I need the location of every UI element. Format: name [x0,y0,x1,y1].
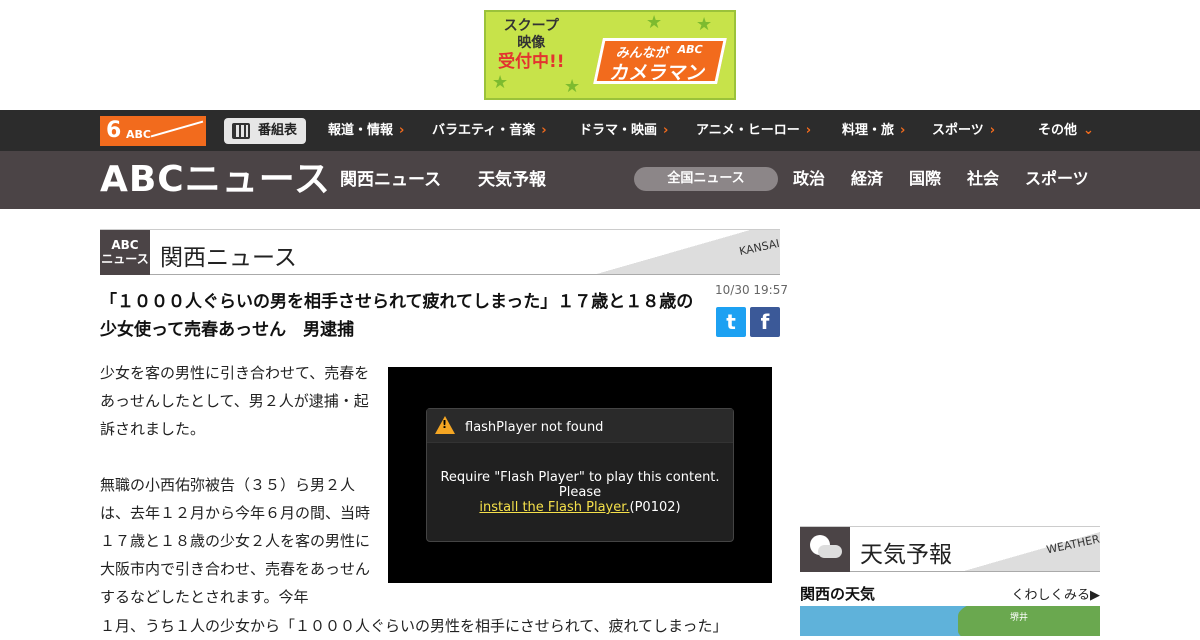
nav-item-variety[interactable]: バラエティ・音楽 › [432,110,547,151]
weather-en-label: WEATHER [1045,532,1101,557]
cloud-icon [818,545,842,558]
banner-text: スクープ 映像 受付中!! [498,18,565,72]
nav-politics[interactable]: 政治 [793,151,825,207]
section-header: ABC ニュース 関西ニュース KANSAI [100,229,781,275]
chevron-right-icon: › [399,123,405,138]
facebook-icon: f [760,310,770,334]
section-title: 関西ニュース [160,245,297,271]
logo-main: カメラマン [608,62,708,84]
chevron-right-icon: › [541,123,547,138]
weather-logo [800,527,850,572]
nav-kansai-news[interactable]: 関西ニュース [340,151,441,209]
nav-item-anime[interactable]: アニメ・ヒーロー › [696,110,811,151]
dialog-title: flashPlayer not found [465,420,604,435]
banner-line: スクープ [503,18,559,34]
chevron-right-icon: › [989,123,996,138]
top-nav: 6 ABC 番組表 報道・情報 › バラエティ・音楽 › ドラマ・映画 › アニメ・ヒ… [0,110,1200,151]
weather-more-link[interactable]: くわしくみる▶ [1011,584,1100,603]
map-city-label: 堺井 [1010,613,1029,623]
video-player[interactable]: ! flashPlayer not found Require "Flash P… [388,367,772,583]
dialog-message: Please [558,485,602,500]
banner-line: 映像 [517,35,546,51]
star-icon: ★ [696,14,713,35]
nav-label: ドラマ・映画 [579,123,658,138]
nav-weather[interactable]: 天気予報 [478,151,546,209]
twitter-icon: t [726,310,736,334]
nav-label: その他 [1038,123,1078,138]
twitter-share-button[interactable]: t [716,307,746,337]
nav-label: スポーツ [932,123,984,138]
nav-item-news[interactable]: 報道・情報 › [328,110,404,151]
chevron-right-icon: › [663,123,669,138]
nav-international[interactable]: 国際 [909,151,941,207]
nav-national-news[interactable]: 全国ニュース [634,167,778,191]
section-logo: ABC ニュース [100,230,150,275]
abc-logo[interactable]: 6 ABC [100,116,206,146]
article-paragraph: 少女を客の男性に引き合わせて、売春をあっせんしたとして、男２人が逮捕・起訴されま… [100,364,370,438]
news-nav: ABCニュース 関西ニュース 天気予報 全国ニュース 政治 経済 国際 社会 ス… [0,151,1200,209]
weather-title: 天気予報 [860,542,952,568]
chevron-right-icon: › [900,123,906,138]
facebook-share-button[interactable]: f [750,307,780,337]
flash-error-dialog: ! flashPlayer not found Require "Flash P… [426,408,734,542]
logo-abc: ABC [676,43,704,56]
section-logo-line: ニュース [101,252,149,266]
nav-economy[interactable]: 経済 [851,151,883,207]
weather-region: 関西の天気 [800,585,876,603]
camera-logo: みんなが ABC カメラマン [593,38,727,84]
star-icon: ★ [646,12,663,33]
dialog-header: ! flashPlayer not found [427,409,733,443]
logo-text: ABC [126,128,151,141]
nav-label: バラエティ・音楽 [432,123,536,138]
article-date: 10/30 19:57 [715,283,788,297]
schedule-button[interactable]: 番組表 [224,118,306,144]
nav-sports[interactable]: スポーツ [1025,151,1089,207]
nav-society[interactable]: 社会 [967,151,999,207]
nav-item-drama[interactable]: ドラマ・映画 › [579,110,668,151]
warning-icon: ! [435,416,455,434]
star-icon: ★ [564,76,581,97]
chevron-down-icon: ⌄ [1083,123,1094,138]
banner-line: 受付中!! [498,52,565,72]
section-logo-line: ABC [111,238,139,252]
install-flash-link[interactable]: install the Flash Player. [479,500,629,515]
nav-item-sports[interactable]: スポーツ › [932,110,995,151]
article-paragraph: 無職の小西佑弥被告（３５）ら男２人は、去年１２月から今年６月の間、当時１７歳と１… [100,476,371,606]
error-code: (P0102) [629,500,681,515]
nav-label: アニメ・ヒーロー [696,123,800,138]
article-paragraph: １月、うち１人の少女から「１０００人ぐらいの男性を相手にさせられて、疲れてしまっ… [100,617,728,635]
nav-label: 料理・旅 [842,123,895,138]
abc-news-logo[interactable]: ABCニュース [100,159,331,201]
weather-map[interactable]: 堺井 [800,606,1100,636]
article-headline: 「１０００人ぐらいの男を相手させられて疲れてしまった」１７歳と１８歳の少女使って… [100,292,694,340]
star-icon: ★ [492,72,509,93]
chevron-right-icon: › [805,123,812,138]
logo-slash [150,120,204,138]
logo-number: 6 [106,118,122,143]
nav-item-cooking[interactable]: 料理・旅 › [842,110,905,151]
nav-label: 報道・情報 [328,123,394,138]
schedule-label: 番組表 [258,123,298,138]
map-land [958,606,1100,636]
dialog-body: Require "Flash Player" to play this cont… [427,470,733,515]
calendar-icon [232,123,250,139]
nav-item-other[interactable]: その他 ⌄ [1038,110,1094,151]
weather-header: 天気予報 WEATHER [800,526,1101,572]
section-en-label: KANSAI [738,236,781,259]
dialog-message: Require "Flash Player" to play this cont… [440,470,720,485]
ad-area: ★ ★ ★ ★ スクープ 映像 受付中!! みんなが ABC カメラマン [0,0,1200,110]
warning-glyph: ! [442,418,448,431]
scoop-camera-banner[interactable]: ★ ★ ★ ★ スクープ 映像 受付中!! みんなが ABC カメラマン [484,10,736,100]
